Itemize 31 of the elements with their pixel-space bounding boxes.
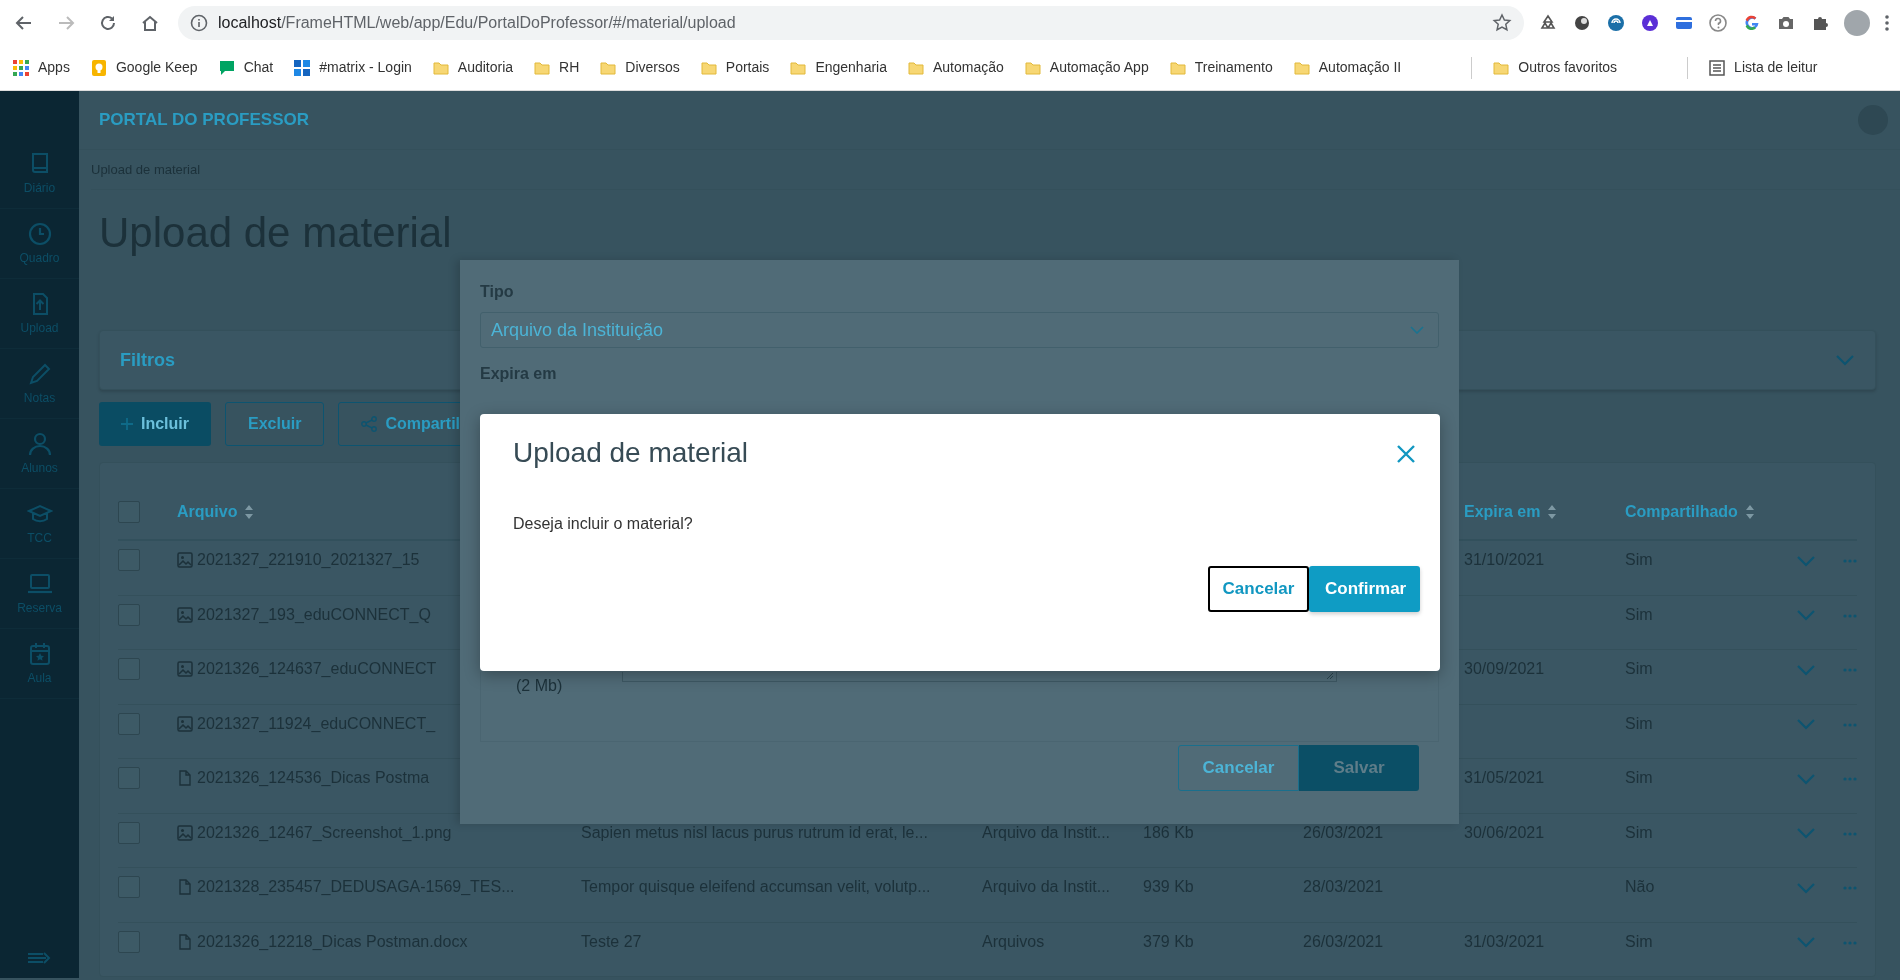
column-header[interactable]: Compartilhado [1625,500,1738,524]
cancel-button[interactable]: Cancelar [1178,745,1299,791]
bookmark[interactable]: Engenharia [789,57,887,78]
dialog-message: Deseja incluir o material? [513,513,694,534]
url-text: localhost/FrameHTML/web/app/Edu/PortalDoProfessor/#/material/upload [218,12,736,33]
bookmark[interactable]: Apps [12,57,70,78]
app-title: PORTAL DO PROFESSOR [99,109,309,132]
bookmark[interactable]: Diversos [599,57,680,78]
bookmark[interactable]: Auditoria [431,57,514,78]
type-select[interactable]: Arquivo da Instituição [480,312,1439,348]
address-bar[interactable]: localhost/FrameHTML/web/app/Edu/PortalDoProfessor/#/material/upload [178,5,1524,40]
bookmark[interactable]: Portais [699,57,770,78]
bookmark[interactable]: Automação [907,57,1004,78]
confirm-button[interactable]: Confirmar [1309,565,1420,612]
bookmark[interactable]: Lista de leitur [1708,57,1818,78]
cancel-button[interactable]: Cancelar [1208,565,1309,612]
bookmark[interactable]: RH [533,57,580,78]
column-header[interactable]: Arquivo [177,500,238,524]
bookmark[interactable]: Google Keep [89,57,198,78]
filters-title: Filtros [120,348,175,372]
bookmark[interactable]: Automação II [1292,57,1402,78]
bookmark[interactable]: Chat [217,57,274,78]
delete-button[interactable]: Excluir [225,402,325,446]
add-button[interactable]: Incluir [99,402,211,446]
bookmark[interactable]: #matrix - Login [293,57,412,78]
column-header[interactable]: Expira em [1464,500,1541,524]
save-button[interactable]: Salvar [1299,745,1419,791]
bookmark[interactable]: Automação App [1023,57,1149,78]
bookmark[interactable]: Treinamento [1168,57,1273,78]
bookmark[interactable]: Outros favoritos [1492,57,1618,78]
size-note: (2 Mb) [516,676,563,696]
